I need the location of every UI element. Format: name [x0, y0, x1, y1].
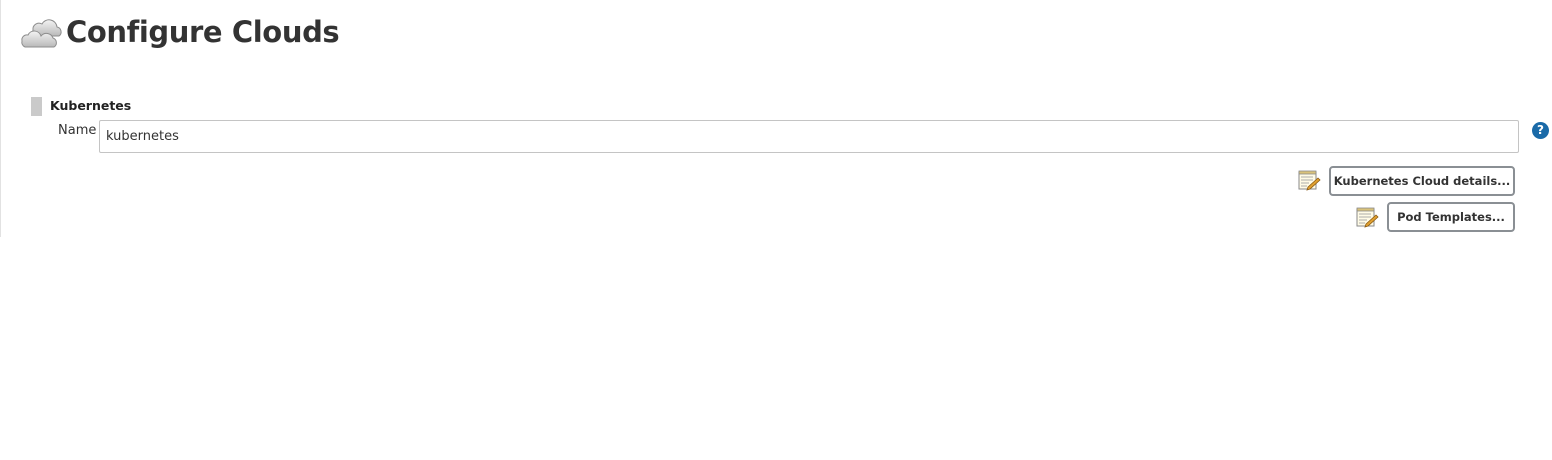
page-title: Configure Clouds — [66, 15, 340, 49]
configure-clouds-panel: Configure Clouds Kubernetes Name ? Kuber… — [0, 0, 1552, 237]
clouds-icon — [21, 19, 62, 48]
drag-handle-icon[interactable] — [31, 97, 42, 116]
cloud-section-title: Kubernetes — [50, 98, 132, 113]
notepad-edit-icon — [1298, 170, 1321, 191]
page-header: Configure Clouds — [19, 11, 340, 53]
help-icon[interactable]: ? — [1532, 122, 1549, 139]
kubernetes-cloud-details-button[interactable]: Kubernetes Cloud details... — [1329, 166, 1515, 196]
name-label: Name — [58, 123, 97, 138]
name-input[interactable] — [99, 120, 1519, 153]
notepad-edit-icon — [1356, 207, 1379, 228]
pod-templates-button[interactable]: Pod Templates... — [1387, 202, 1515, 232]
